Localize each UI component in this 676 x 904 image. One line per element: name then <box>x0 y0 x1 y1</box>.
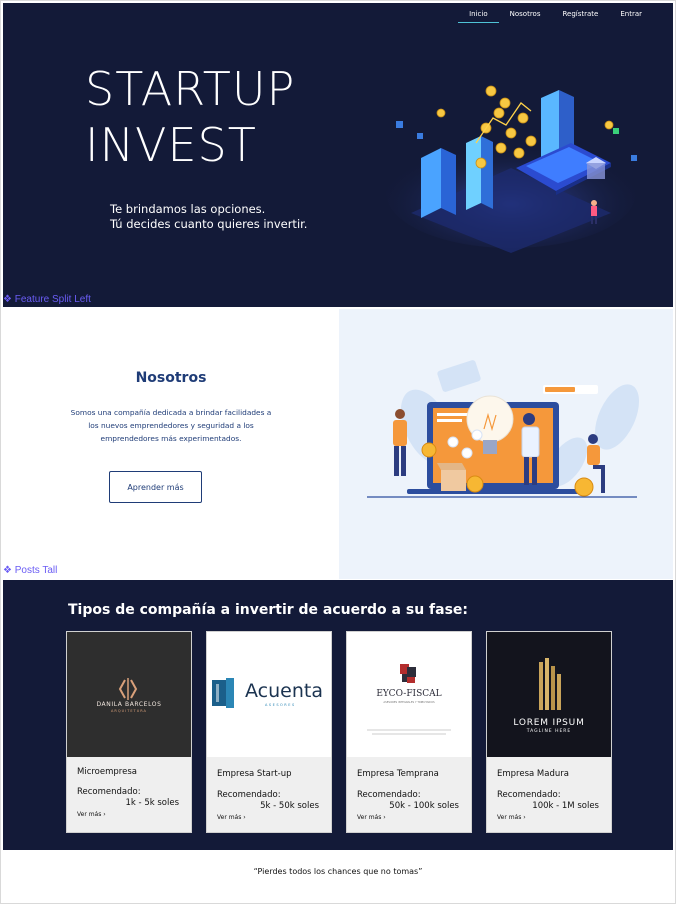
hero-subtitle-line2: Tú decides cuanto quieres invertir. <box>110 217 308 231</box>
card-logo-text: DANILA BARCELOS <box>96 701 162 708</box>
company-card-mature[interactable]: LOREM IPSUM TAGLINE HERE Empresa Madura … <box>486 631 612 833</box>
isometric-investment-illustration <box>386 85 637 253</box>
company-types-section: Tipos de compañía a invertir de acuerdo … <box>3 580 673 850</box>
card-see-more-link[interactable]: Ver más › <box>357 814 386 821</box>
footer-quote: “Pierdes todos los chances que no tomas” <box>253 867 423 876</box>
card-logo-text: EYCO-FISCAL <box>376 689 442 699</box>
card-recommended-label: Recomendado: <box>217 790 281 800</box>
about-section: Nosotros Somos una compañía dedicada a b… <box>3 309 339 579</box>
hero-section: Inicio Nosotros Regístrate Entrar STARTU… <box>3 3 673 307</box>
company-card-early[interactable]: EYCO-FISCAL ASESORES INTEGRALES Y TRIBUT… <box>346 631 472 833</box>
card-title: Empresa Start-up <box>217 769 292 779</box>
top-nav: Inicio Nosotros Regístrate Entrar <box>458 9 653 23</box>
nav-item-entrar[interactable]: Entrar <box>609 9 653 23</box>
lorem-ipsum-logo <box>539 658 561 710</box>
card-logo-image: LOREM IPSUM TAGLINE HERE <box>487 632 611 757</box>
section-label-feature: ❖ Feature Split Left <box>3 294 91 305</box>
nav-item-registrate[interactable]: Regístrate <box>551 9 609 23</box>
hero-title-line2: INVEST <box>85 118 257 172</box>
card-logo-subtext: ASESORES <box>265 703 296 707</box>
company-card-micro[interactable]: DANILA BARCELOS ARQUITETURA Microempresa… <box>66 631 192 833</box>
card-recommended-range: 100k - 1M soles <box>532 801 599 811</box>
about-text-line2: los nuevos emprendedores y seguridad a l… <box>88 421 254 430</box>
card-title: Empresa Temprana <box>357 769 439 779</box>
card-title: Microempresa <box>77 767 137 777</box>
about-title: Nosotros <box>135 370 207 386</box>
card-logo-subtext: TAGLINE HERE <box>526 729 572 734</box>
company-card-startup[interactable]: Acuenta ASESORES Empresa Start-up Recome… <box>206 631 332 833</box>
card-logo-subtext: ARQUITETURA <box>111 709 147 713</box>
card-title: Empresa Madura <box>497 769 569 779</box>
card-recommended-label: Recomendado: <box>77 787 141 797</box>
card-recommended-range: 1k - 5k soles <box>125 798 179 808</box>
section-label-posts: ❖ Posts Tall <box>3 565 58 576</box>
card-logo-subtext: ASESORES INTEGRALES Y TRIBUTARIOS <box>383 701 435 704</box>
card-see-more-link[interactable]: Ver más › <box>497 814 526 821</box>
card-recommended-range: 50k - 100k soles <box>389 801 459 811</box>
about-text-line3: emprendedores más experimentados. <box>100 434 242 443</box>
about-description: Somos una compañía dedicada a brindar fa… <box>61 406 281 445</box>
card-recommended-label: Recomendado: <box>357 790 421 800</box>
hero-subtitle-line1: Te brindamos las opciones. <box>110 202 266 216</box>
about-illustration-panel <box>339 309 673 579</box>
nav-item-inicio[interactable]: Inicio <box>458 9 499 23</box>
card-logo-image: Acuenta ASESORES <box>207 632 331 757</box>
startup-idea-illustration <box>367 360 640 498</box>
card-see-more-link[interactable]: Ver más › <box>217 814 246 821</box>
company-types-title: Tipos de compañía a invertir de acuerdo … <box>68 602 469 618</box>
learn-more-button[interactable]: Aprender más <box>109 471 202 503</box>
card-logo-text: LOREM IPSUM <box>513 718 585 728</box>
hero-title-line1: STARTUP <box>85 62 296 116</box>
card-see-more-link[interactable]: Ver más › <box>77 811 106 818</box>
nav-item-nosotros[interactable]: Nosotros <box>499 9 552 23</box>
card-logo-image: DANILA BARCELOS ARQUITETURA <box>67 632 191 757</box>
card-recommended-label: Recomendado: <box>497 790 561 800</box>
hero-subtitle: Te brindamos las opciones. Tú decides cu… <box>110 202 307 232</box>
hero-title: STARTUP INVEST <box>85 61 295 173</box>
about-text-line1: Somos una compañía dedicada a brindar fa… <box>70 408 272 417</box>
danila-barcelos-logo <box>118 678 138 700</box>
card-logo-text: Acuenta <box>245 680 323 702</box>
card-recommended-range: 5k - 50k soles <box>260 801 319 811</box>
card-logo-image: EYCO-FISCAL ASESORES INTEGRALES Y TRIBUT… <box>347 632 471 757</box>
